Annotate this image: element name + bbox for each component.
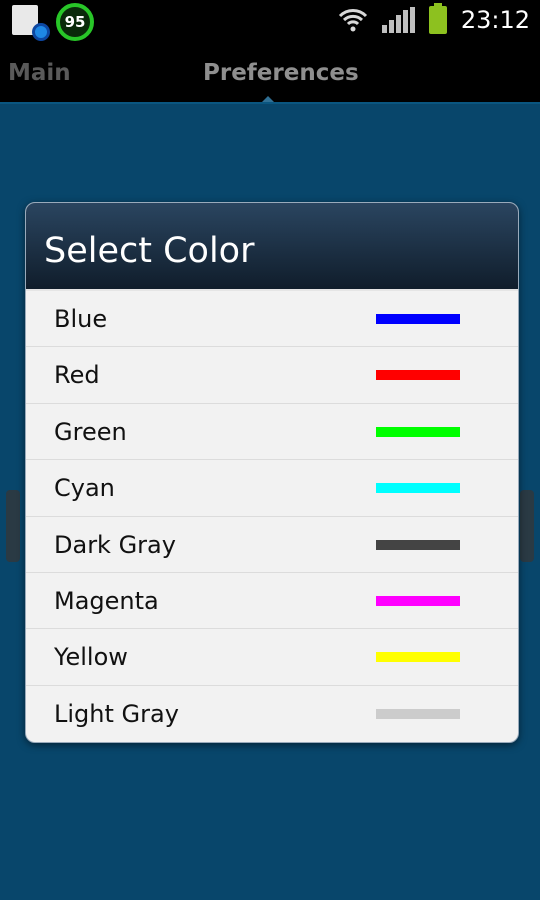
color-option-magenta[interactable]: Magenta	[26, 573, 518, 630]
battery-percent-icon: 95	[56, 3, 94, 41]
clock: 23:12	[460, 6, 530, 34]
color-option-label: Light Gray	[54, 699, 179, 728]
status-bar: 95 23:12	[0, 0, 540, 44]
color-option-label: Green	[54, 417, 127, 446]
right-pager-handle	[520, 490, 534, 562]
color-list: Blue Red Green Cyan Dark Gray Magenta Ye…	[26, 291, 518, 742]
color-swatch	[376, 314, 460, 324]
battery-icon	[428, 3, 447, 34]
color-option-label: Dark Gray	[54, 530, 176, 559]
select-color-dialog: Select Color Blue Red Green Cyan Dark Gr…	[25, 202, 519, 743]
color-option-blue[interactable]: Blue	[26, 291, 518, 348]
wifi-icon	[338, 9, 367, 32]
color-option-light-gray[interactable]: Light Gray	[26, 686, 518, 742]
color-option-label: Blue	[54, 305, 108, 333]
color-option-label: Magenta	[54, 586, 159, 615]
system-icons: 23:12	[338, 3, 530, 34]
battery-percent-label: 95	[64, 13, 86, 31]
dialog-header: Select Color	[26, 203, 518, 291]
tab-preferences[interactable]: Preferences	[203, 60, 359, 86]
color-option-yellow[interactable]: Yellow	[26, 629, 518, 686]
tab-bar: Main Preferences	[0, 44, 540, 104]
color-swatch	[376, 539, 460, 550]
color-option-label: Yellow	[54, 643, 128, 672]
color-option-dark-gray[interactable]: Dark Gray	[26, 517, 518, 573]
color-option-green[interactable]: Green	[26, 404, 518, 461]
color-swatch	[376, 708, 460, 719]
color-swatch	[376, 483, 460, 494]
color-swatch	[376, 595, 460, 606]
dialog-title: Select Color	[44, 231, 255, 271]
signal-icon	[381, 7, 415, 33]
sd-card-settings-icon	[8, 3, 50, 41]
color-swatch	[376, 652, 460, 663]
color-option-red[interactable]: Red	[26, 347, 518, 404]
tab-main[interactable]: Main	[8, 60, 71, 86]
color-swatch	[376, 370, 460, 381]
color-option-label: Red	[54, 361, 100, 390]
color-option-label: Cyan	[54, 474, 115, 503]
left-pager-handle	[6, 490, 20, 562]
tab-indicator	[262, 96, 274, 102]
color-swatch	[376, 426, 460, 437]
notification-icons: 95	[8, 3, 94, 41]
color-option-cyan[interactable]: Cyan	[26, 460, 518, 517]
